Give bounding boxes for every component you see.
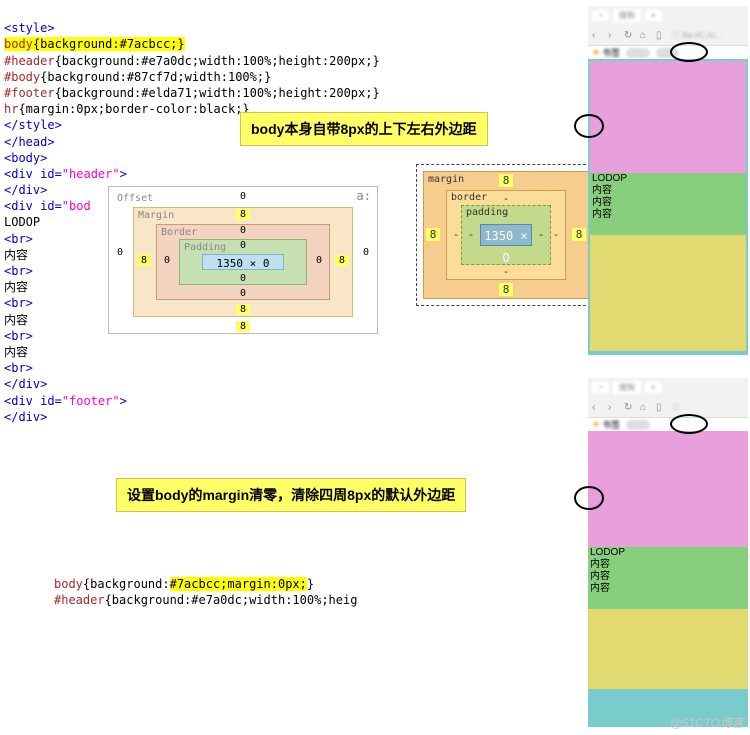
highlight-circle-side <box>574 486 604 510</box>
browser-preview-with-margin: ◔ 搜狗 × ‹ › ↻ ⌂ ▯ ⓘ file://C:/U... ★书签 LO… <box>588 6 748 358</box>
forward-icon[interactable]: › <box>608 30 618 40</box>
back-icon[interactable]: ‹ <box>592 402 602 412</box>
browser-toolbar[interactable]: ‹ › ↻ ⌂ ▯ ⓘ <box>588 396 748 418</box>
back-icon[interactable]: ‹ <box>592 30 602 40</box>
devtools-box-model-2: margin 8 8 8 8 border - - - - padding - … <box>416 164 596 306</box>
annotation-body-default-margin: body本身自带8px的上下左右外边距 <box>240 112 488 146</box>
browser-preview-no-margin: ◔ 搜狗 × ‹ › ↻ ⌂ ▯ ⓘ ★书签 LODOP 内容 内容 内容 <box>588 378 748 730</box>
book-icon[interactable]: ▯ <box>656 402 666 412</box>
home-icon[interactable]: ⌂ <box>640 402 650 412</box>
reload-icon[interactable]: ↻ <box>624 30 634 40</box>
highlight-circle-top <box>670 414 708 434</box>
watermark: @51CTO博客 <box>669 714 744 731</box>
browser-chrome: ◔ 搜狗 × ‹ › ↻ ⌂ ▯ ⓘ file://C:/U... <box>588 6 748 46</box>
code-line: <style> <box>4 21 55 35</box>
css-code-block-2: body{background:#7acbcc;margin:0px;} #he… <box>54 560 357 609</box>
highlight-circle-top <box>670 42 708 62</box>
devtools-box-model-1: a: Offset 0 Margin 8 8 8 8 Border 0 0 0 … <box>108 186 378 334</box>
highlight-circle-side <box>574 114 604 138</box>
box-model-content-2: 1350 × 0 <box>480 224 532 246</box>
forward-icon[interactable]: › <box>608 402 618 412</box>
annotation-body-margin-zero: 设置body的margin清零，清除四周8px的默认外边距 <box>116 478 466 512</box>
reload-icon[interactable]: ↻ <box>624 402 634 412</box>
home-icon[interactable]: ⌂ <box>640 30 650 40</box>
book-icon[interactable]: ▯ <box>656 30 666 40</box>
box-model-content: 1350 × 0 <box>202 254 284 270</box>
browser-toolbar[interactable]: ‹ › ↻ ⌂ ▯ ⓘ file://C:/U... <box>588 24 748 46</box>
